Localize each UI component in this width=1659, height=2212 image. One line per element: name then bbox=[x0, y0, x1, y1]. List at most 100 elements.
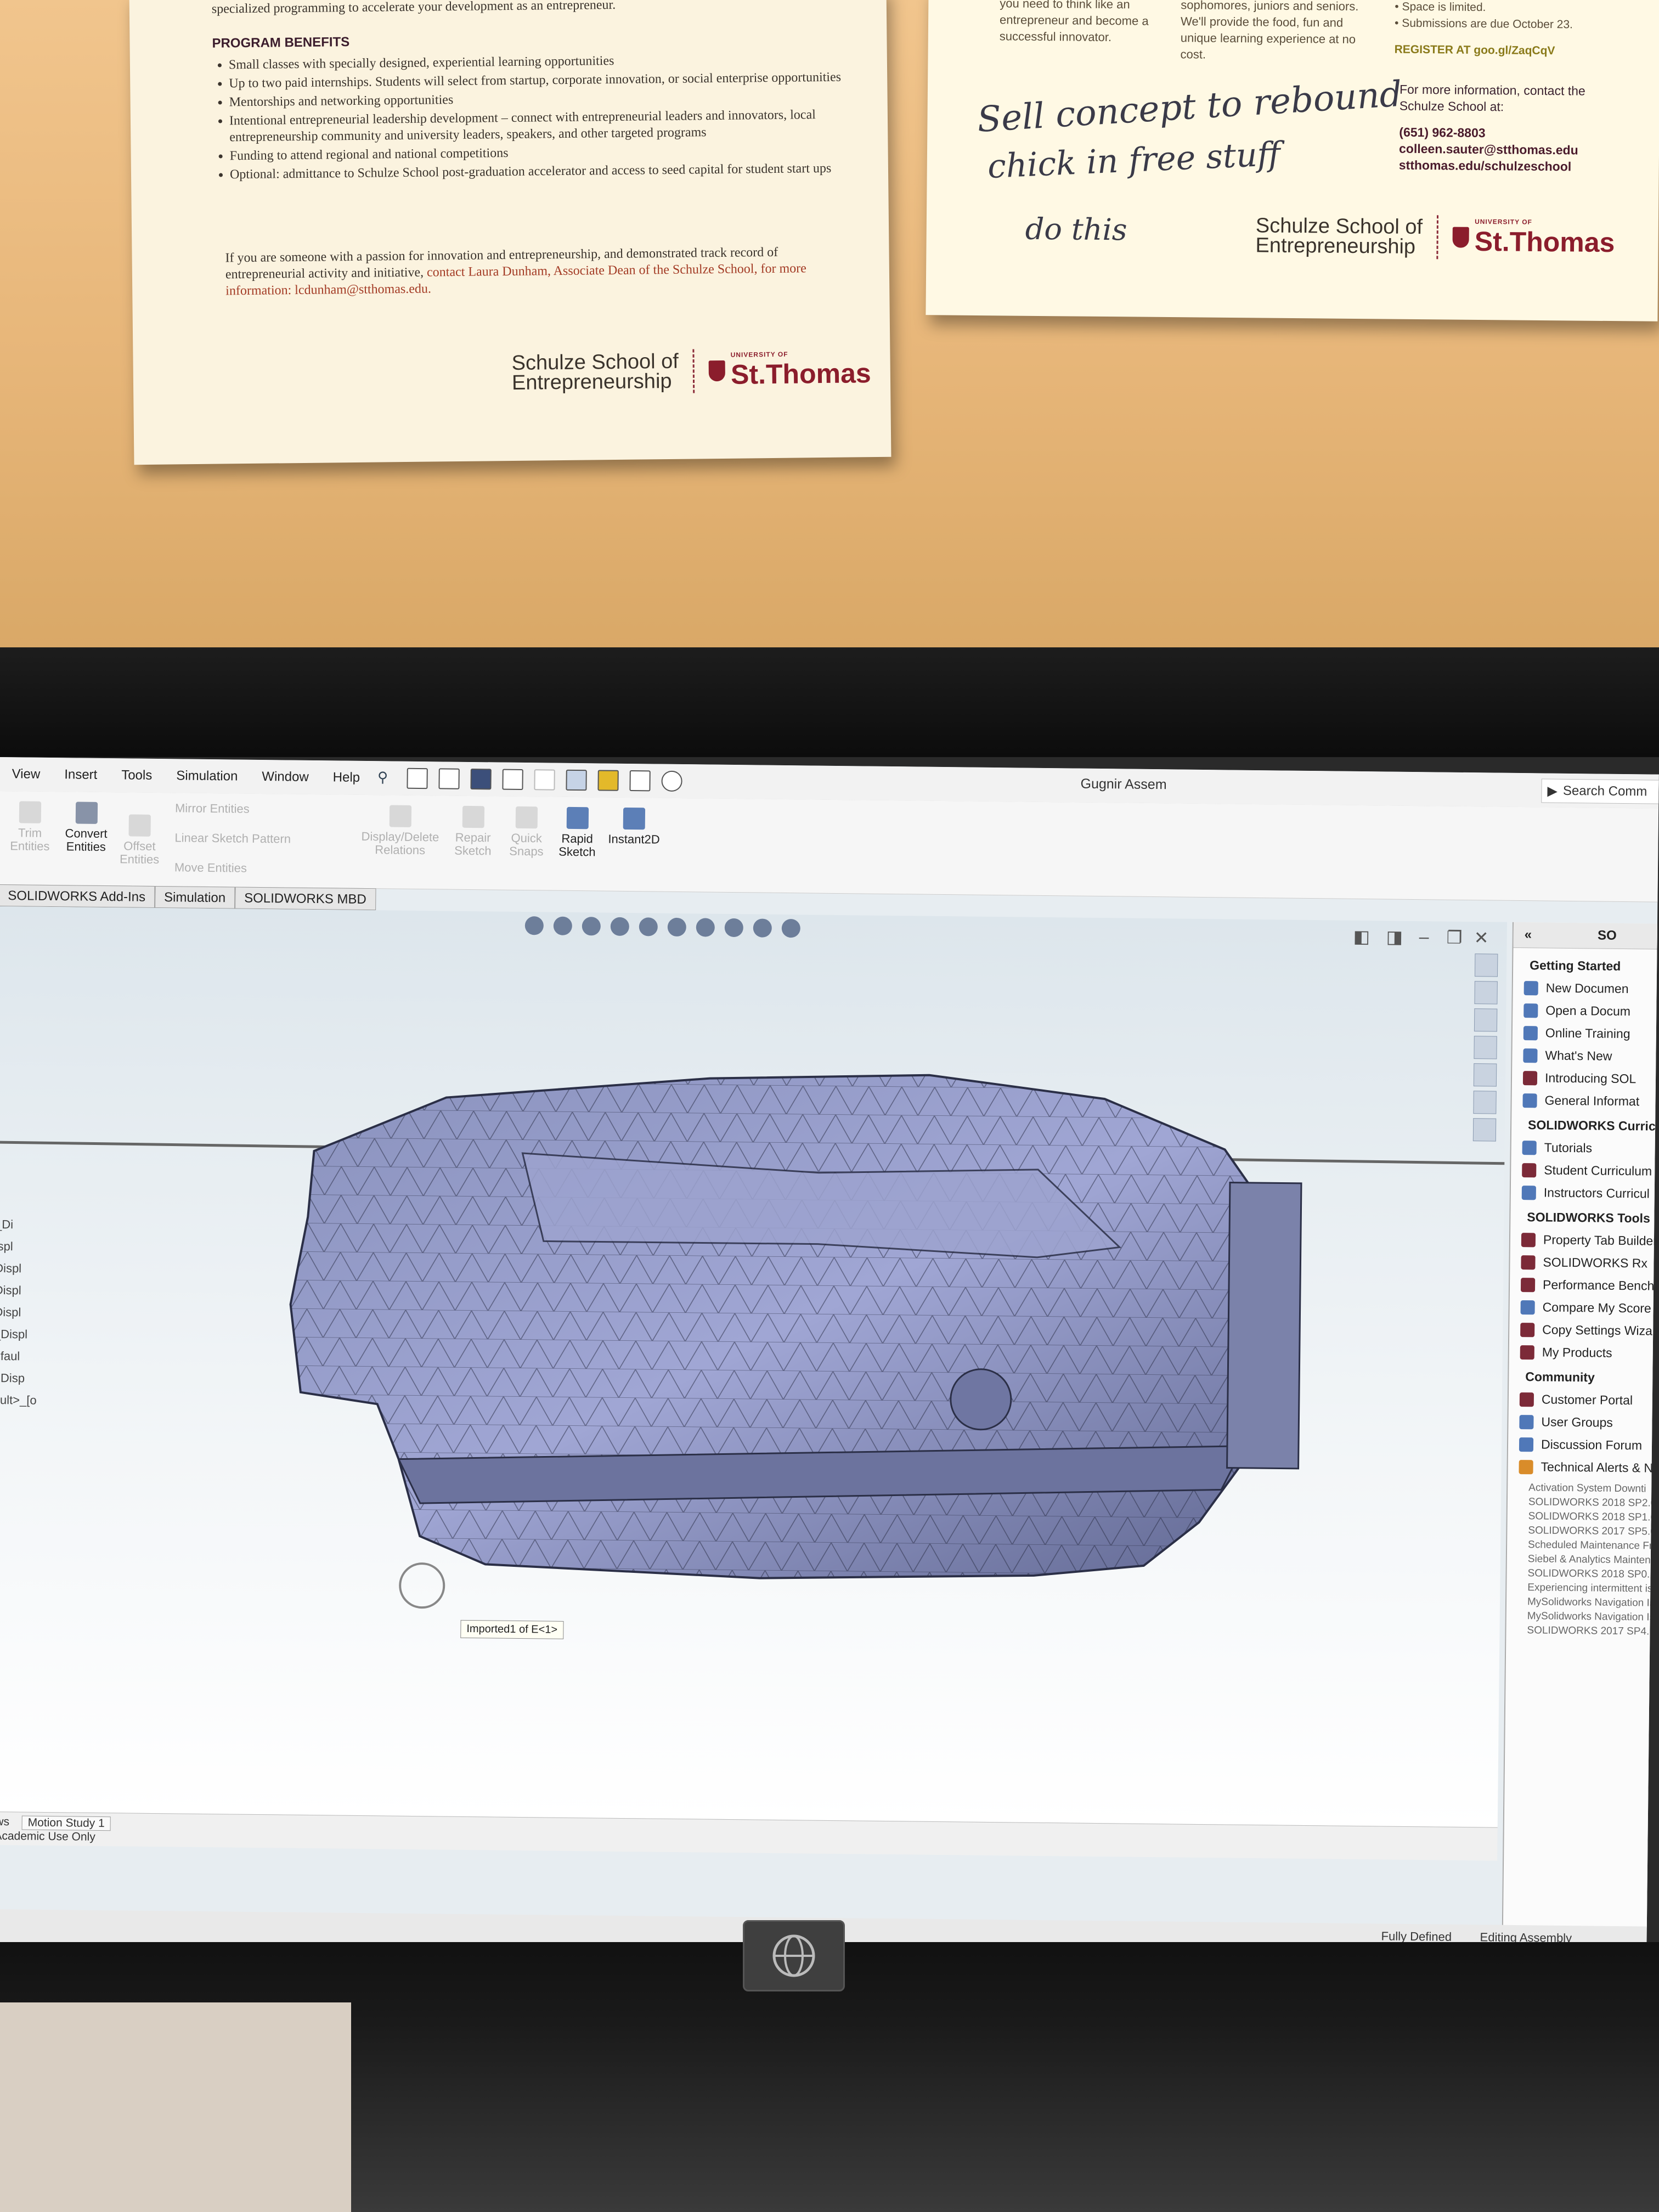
menu-tools[interactable]: Tools bbox=[109, 768, 164, 783]
design-library-icon[interactable] bbox=[1474, 981, 1498, 1005]
st-thomas-logo: UNIVERSITY OF St.Thomas bbox=[708, 349, 871, 391]
online-training-link[interactable]: Online Training bbox=[1523, 1025, 1659, 1042]
wizard-icon bbox=[1520, 1322, 1535, 1337]
task-pane: « SO Getting Started New Documen Open a … bbox=[1472, 922, 1659, 1928]
print-icon[interactable] bbox=[502, 769, 524, 790]
copy-settings-wizard-link[interactable]: Copy Settings Wizard bbox=[1520, 1322, 1659, 1339]
menu-view[interactable]: View bbox=[0, 766, 52, 782]
menu-insert[interactable]: Insert bbox=[52, 767, 109, 783]
folder-icon bbox=[1523, 1003, 1538, 1018]
customer-portal-link[interactable]: Customer Portal bbox=[1519, 1392, 1659, 1408]
property-tab-builder-link[interactable]: Property Tab Builder bbox=[1521, 1232, 1659, 1249]
open-icon[interactable] bbox=[438, 768, 460, 789]
repair-sketch-button[interactable]: Repair Sketch bbox=[454, 805, 492, 857]
tutorials-link[interactable]: Tutorials bbox=[1522, 1140, 1659, 1156]
discussion-forum-link[interactable]: Discussion Forum bbox=[1519, 1437, 1659, 1453]
compare-icon bbox=[1520, 1300, 1535, 1314]
select-icon[interactable] bbox=[566, 769, 588, 791]
news-item[interactable]: Scheduled Maintenance Fri bbox=[1528, 1539, 1659, 1553]
solidworks-rx-link[interactable]: SOLIDWORKS Rx bbox=[1521, 1255, 1658, 1271]
collapse-chevron-icon[interactable]: « bbox=[1525, 927, 1532, 943]
forum-icon[interactable] bbox=[1472, 1118, 1497, 1142]
bullet-item: • Space is limited. bbox=[1395, 0, 1486, 14]
file-properties-icon[interactable] bbox=[629, 770, 651, 792]
offset-entities-button[interactable]: Offset Entities bbox=[120, 814, 160, 866]
tab-simulation[interactable]: Simulation bbox=[154, 885, 235, 909]
save-icon[interactable] bbox=[470, 768, 492, 790]
help-icon bbox=[1523, 1048, 1538, 1063]
display-delete-relations-button[interactable]: Display/Delete Relations bbox=[361, 805, 439, 857]
news-item[interactable]: MySolidworks Navigation Iss bbox=[1527, 1610, 1659, 1624]
news-item[interactable]: MySolidworks Navigation Iss bbox=[1527, 1596, 1659, 1610]
task-pane-tabs bbox=[1468, 949, 1503, 1146]
search-commands[interactable]: ▶ Search Comm bbox=[1541, 778, 1659, 805]
introducing-solidworks-link[interactable]: Introducing SOL bbox=[1522, 1070, 1659, 1087]
logo-university-small: UNIVERSITY OF bbox=[1475, 217, 1532, 226]
rapid-sketch-button[interactable]: Rapid Sketch bbox=[558, 806, 596, 859]
menu-window[interactable]: Window bbox=[250, 769, 321, 785]
contact-email: colleen.sauter@stthomas.edu bbox=[1398, 141, 1578, 157]
user-groups-link[interactable]: User Groups bbox=[1519, 1414, 1659, 1431]
handwriting-line-2: chick in free stuff bbox=[986, 134, 1282, 187]
news-item[interactable]: SOLIDWORKS 2017 SP5.0 is download bbox=[1528, 1525, 1659, 1538]
news-item[interactable]: SOLIDWORKS 2018 SP1.0 i download bbox=[1528, 1510, 1659, 1524]
technical-alerts-link[interactable]: Technical Alerts & News bbox=[1519, 1459, 1659, 1476]
flyer-program-benefits: specialized programming to accelerate yo… bbox=[129, 0, 891, 465]
news-item[interactable]: Siebel & Analytics Maintena bbox=[1528, 1553, 1659, 1567]
tab-solidworks-mbd[interactable]: SOLIDWORKS MBD bbox=[234, 887, 376, 911]
open-document-link[interactable]: Open a Docum bbox=[1523, 1003, 1659, 1019]
news-item[interactable]: SOLIDWORKS 2018 SP2.0 i bbox=[1528, 1496, 1659, 1510]
tab-model-views[interactable]: ews bbox=[0, 1815, 9, 1829]
graphics-area[interactable]: ◧ ◨ – ❐ ✕ _Di ispl Displ Displ Displ _Di… bbox=[0, 906, 1508, 1960]
student-curriculum-link[interactable]: Student Curriculum bbox=[1522, 1163, 1659, 1179]
convert-entities-button[interactable]: Convert Entities bbox=[65, 802, 108, 854]
new-document-icon[interactable] bbox=[407, 768, 428, 789]
menu-help[interactable]: Help bbox=[321, 770, 373, 786]
news-item[interactable]: Experiencing intermittent iss bbox=[1527, 1582, 1659, 1595]
helmet-mesh-model[interactable] bbox=[0, 906, 1507, 1827]
quick-snaps-button[interactable]: Quick Snaps bbox=[509, 806, 544, 858]
tools-title: SOLIDWORKS Tools bbox=[1527, 1210, 1650, 1226]
getting-started-title: Getting Started bbox=[1530, 958, 1621, 973]
tab-motion-study[interactable]: Motion Study 1 bbox=[21, 1815, 111, 1831]
undo-icon[interactable] bbox=[534, 769, 556, 791]
instructors-curriculum-link[interactable]: Instructors Curricul bbox=[1521, 1185, 1659, 1201]
logo-divider bbox=[1436, 215, 1439, 259]
custom-properties-icon[interactable] bbox=[1473, 1091, 1497, 1114]
rebuild-icon[interactable] bbox=[597, 770, 619, 791]
mirror-entities-button[interactable]: Mirror Entities bbox=[175, 801, 250, 815]
property-builder-icon bbox=[1521, 1232, 1536, 1247]
view-palette-icon[interactable] bbox=[1474, 1036, 1497, 1059]
linear-sketch-pattern-button[interactable]: Linear Sketch Pattern bbox=[174, 831, 291, 845]
benchmark-icon bbox=[1520, 1277, 1536, 1292]
whats-new-link[interactable]: What's New bbox=[1523, 1048, 1659, 1064]
handwriting-line-3: do this bbox=[1025, 211, 1127, 247]
academic-use-label: Academic Use Only bbox=[0, 1829, 95, 1843]
home-icon[interactable] bbox=[1474, 953, 1498, 977]
compare-my-score-link[interactable]: Compare My Score bbox=[1520, 1300, 1659, 1316]
instant2d-button[interactable]: Instant2D bbox=[608, 807, 660, 847]
register-link: REGISTER AT goo.gl/ZaqCqV bbox=[1394, 43, 1555, 58]
general-information-link[interactable]: General Informat bbox=[1522, 1093, 1658, 1109]
rear-plate bbox=[1226, 1182, 1302, 1470]
graduation-cap-icon bbox=[1522, 1140, 1537, 1155]
tab-solidworks-add-ins[interactable]: SOLIDWORKS Add-Ins bbox=[0, 884, 155, 908]
performance-benchmark-link[interactable]: Performance Benchma bbox=[1520, 1277, 1659, 1294]
news-item[interactable]: Activation System Downti bbox=[1528, 1482, 1659, 1496]
news-item[interactable]: SOLIDWORKS 2018 SP0.1 is download bbox=[1527, 1567, 1658, 1581]
new-document-link[interactable]: New Documen bbox=[1523, 980, 1659, 997]
appearances-icon[interactable] bbox=[1473, 1063, 1497, 1087]
file-explorer-icon[interactable] bbox=[1474, 1008, 1498, 1032]
news-item[interactable]: SOLIDWORKS 2017 SP4.1 is a bbox=[1527, 1624, 1658, 1638]
document-icon bbox=[1523, 980, 1538, 995]
st-thomas-logo: UNIVERSITY OF St.Thomas bbox=[1452, 217, 1615, 259]
benefits-list: Small classes with specially designed, e… bbox=[212, 50, 872, 183]
my-products-link[interactable]: My Products bbox=[1520, 1345, 1659, 1361]
move-entities-button[interactable]: Move Entities bbox=[174, 860, 247, 874]
pin-icon[interactable]: ⚲ bbox=[377, 769, 396, 787]
flyer-closing: If you are someone with a passion for in… bbox=[225, 243, 856, 299]
options-gear-icon[interactable] bbox=[661, 770, 683, 792]
menu-simulation[interactable]: Simulation bbox=[164, 768, 250, 785]
handwriting-line-1: Sell concept to rebound bbox=[976, 74, 1403, 140]
trim-entities-button[interactable]: Trim Entities bbox=[10, 801, 50, 853]
